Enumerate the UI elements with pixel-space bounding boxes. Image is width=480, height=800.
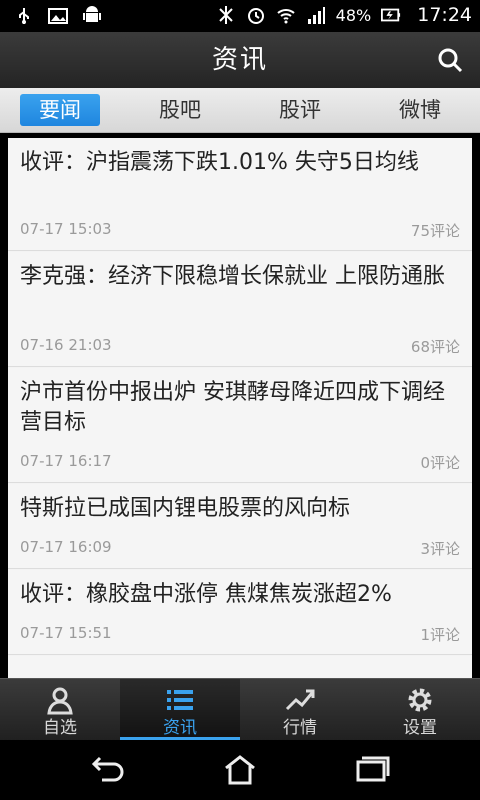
nav-label: 行情 [283,718,317,738]
recent-apps-icon[interactable] [352,754,392,786]
nav-settings[interactable]: 设置 [360,679,480,741]
system-nav-bar [0,740,480,800]
news-time: 07-17 16:17 [20,452,112,470]
battery-icon [381,8,401,22]
person-icon [47,687,73,715]
trend-icon [285,689,315,711]
page-title: 资讯 [211,45,268,75]
status-right-icons: 48% 17:24 [216,4,472,26]
news-title: 特斯拉已成国内锂电股票的风向标 [20,496,351,521]
news-item[interactable]: 特斯拉已成国内锂电股票的风向标 07-17 16:09 3评论 [8,484,472,569]
nav-label: 设置 [403,718,437,738]
search-icon[interactable] [436,46,464,74]
clock: 17:24 [417,4,472,26]
nav-market[interactable]: 行情 [240,679,360,741]
nav-watchlist[interactable]: 自选 [0,679,120,741]
battery-percent: 48% [335,5,372,25]
news-title: 收评：橡胶盘中涨停 焦煤焦炭涨超2% [20,582,392,607]
image-icon [48,8,68,24]
news-comment-count: 68评论 [410,338,460,356]
back-icon[interactable] [88,754,128,786]
news-title: 李克强：经济下限稳增长保就业 上限防通胀 [20,264,445,289]
bottom-nav: 自选 资讯 行情 设置 [0,678,480,741]
nav-label: 资讯 [163,718,197,738]
usb-icon [19,8,29,24]
tab-weibo[interactable]: 微博 [380,94,460,126]
news-item[interactable]: 收评：沪指震荡下跌1.01% 失守5日均线 07-17 15:03 75评论 [8,138,472,251]
news-comment-count: 1评论 [420,626,460,644]
news-title: 沪市首份中报出炉 安琪酵母降近四成下调经营目标 [20,380,445,435]
nav-news[interactable]: 资讯 [120,679,240,741]
news-comment-count: 75评论 [410,222,460,240]
app-header: 资讯 [0,32,480,88]
wifi-icon [277,9,295,24]
tab-headlines[interactable]: 要闻 [20,94,100,126]
home-icon[interactable] [220,754,260,786]
news-item-partial[interactable] [8,656,472,678]
news-time: 07-17 16:09 [20,538,112,556]
news-item[interactable]: 沪市首份中报出炉 安琪酵母降近四成下调经营目标 07-17 16:17 0评论 [8,368,472,483]
tab-stock-review[interactable]: 股评 [260,94,340,126]
news-time: 07-16 21:03 [20,336,112,354]
status-bar: 48% 17:24 [0,0,480,32]
news-title: 收评：沪指震荡下跌1.01% 失守5日均线 [20,150,419,175]
news-item[interactable]: 李克强：经济下限稳增长保就业 上限防通胀 07-16 21:03 68评论 [8,252,472,367]
bluetooth-icon [218,6,233,24]
gear-icon [408,688,432,712]
news-time: 07-17 15:03 [20,220,112,238]
list-icon [167,690,193,710]
news-time: 07-17 15:51 [20,624,112,642]
tab-stock-forum[interactable]: 股吧 [140,94,220,126]
alarm-icon [247,8,264,24]
signal-icon [307,7,325,24]
nav-label: 自选 [43,718,77,738]
news-comment-count: 3评论 [420,540,460,558]
android-icon [83,6,101,22]
status-left-icons [14,6,102,26]
news-list[interactable]: 收评：沪指震荡下跌1.01% 失守5日均线 07-17 15:03 75评论 李… [8,138,472,678]
category-tabs: 要闻 股吧 股评 微博 [0,88,480,133]
news-item[interactable]: 收评：橡胶盘中涨停 焦煤焦炭涨超2% 07-17 15:51 1评论 [8,570,472,655]
news-comment-count: 0评论 [420,454,460,472]
